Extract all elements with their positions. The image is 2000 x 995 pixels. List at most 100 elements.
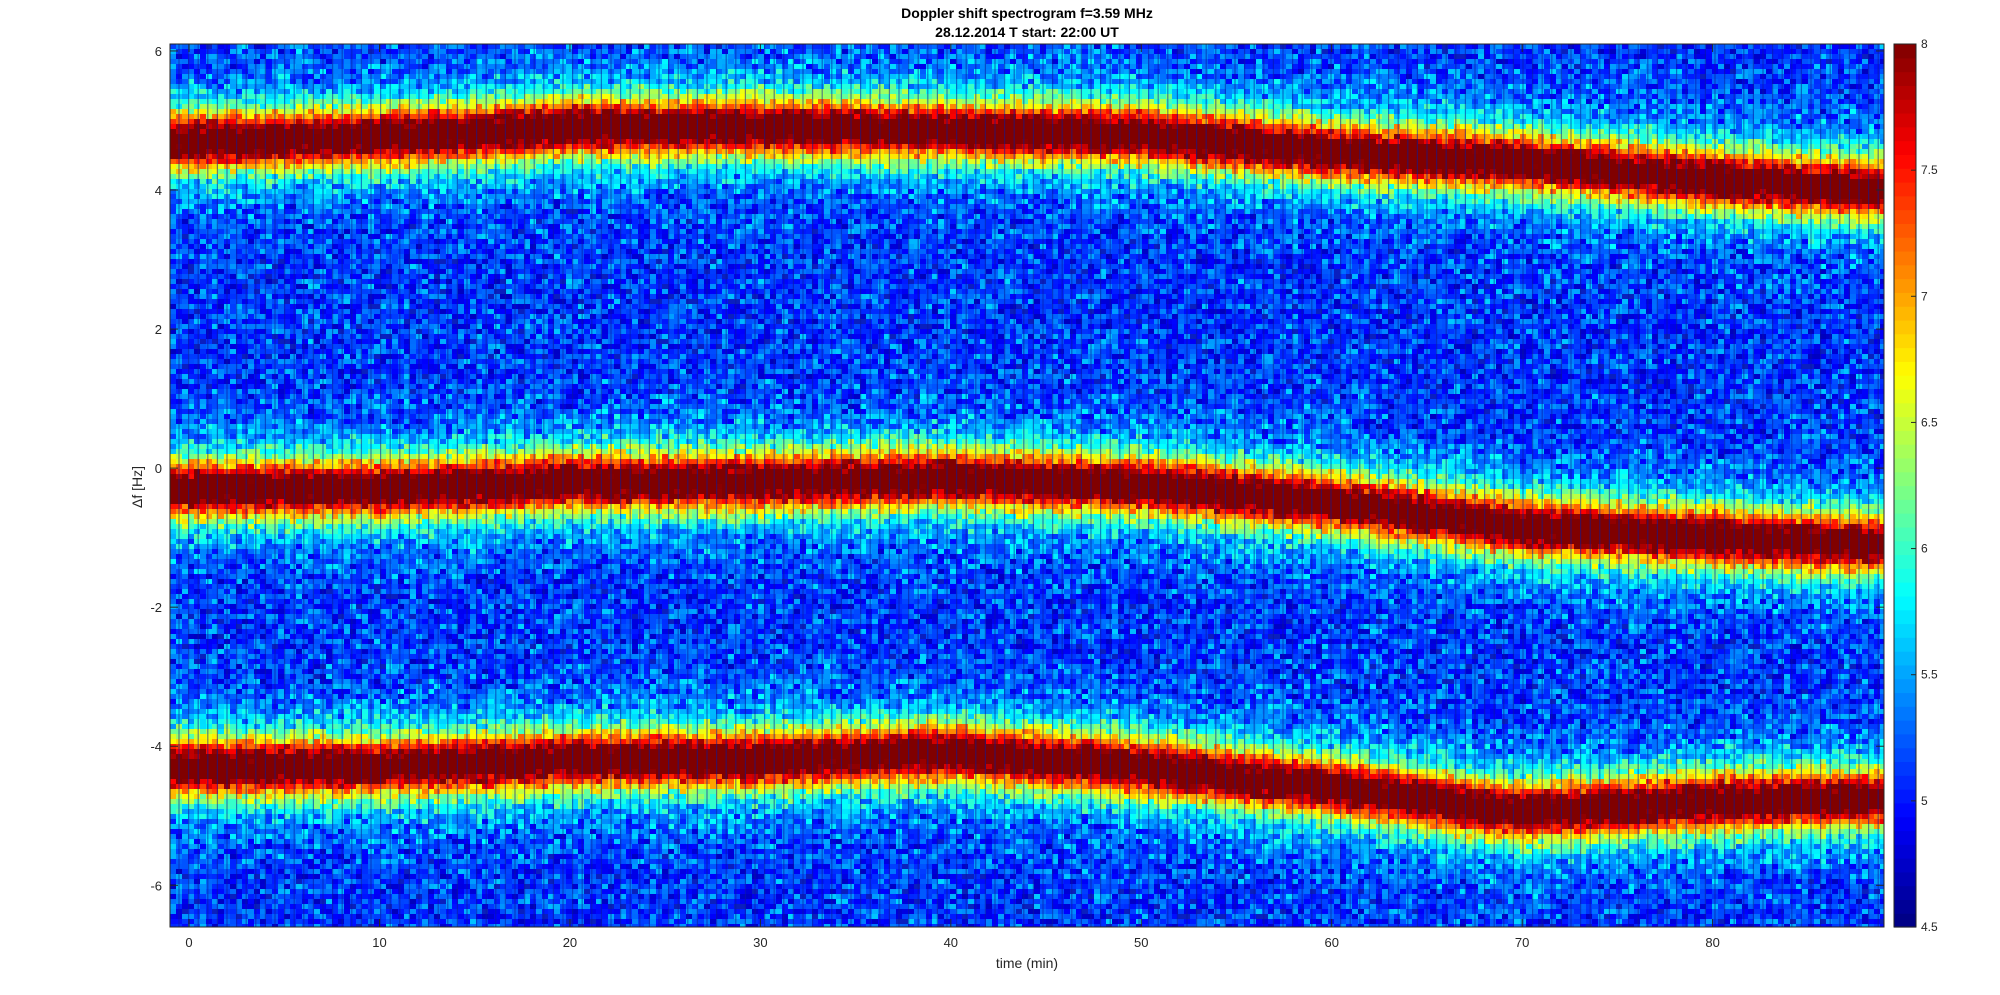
heatmap-cell bbox=[254, 779, 260, 784]
heatmap-cell bbox=[296, 344, 302, 349]
heatmap-cell bbox=[296, 774, 302, 779]
heatmap-cell bbox=[296, 64, 302, 69]
heatmap-cell bbox=[200, 674, 206, 679]
heatmap-cell bbox=[314, 529, 320, 534]
heatmap-cell bbox=[230, 289, 236, 294]
heatmap-cell bbox=[296, 89, 302, 94]
heatmap-cell bbox=[296, 844, 302, 849]
heatmap-cell bbox=[242, 229, 248, 234]
heatmap-cell bbox=[200, 434, 206, 439]
heatmap-cell bbox=[194, 139, 200, 144]
heatmap-cell bbox=[278, 799, 284, 804]
heatmap-cell bbox=[242, 119, 248, 124]
heatmap-cell bbox=[338, 489, 344, 494]
heatmap-cell bbox=[242, 844, 248, 849]
heatmap-cell bbox=[302, 489, 308, 494]
heatmap-cell bbox=[254, 414, 260, 419]
heatmap-cell bbox=[296, 869, 302, 874]
heatmap-cell bbox=[278, 414, 284, 419]
heatmap-cell bbox=[314, 589, 320, 594]
heatmap-cell bbox=[206, 524, 212, 529]
heatmap-cell bbox=[206, 54, 212, 59]
heatmap-cell bbox=[242, 664, 248, 669]
heatmap-cell bbox=[206, 689, 212, 694]
heatmap-cell bbox=[314, 199, 320, 204]
heatmap-cell bbox=[218, 719, 224, 724]
heatmap-cell bbox=[338, 364, 344, 369]
heatmap-cell bbox=[218, 454, 224, 459]
heatmap-cell bbox=[170, 764, 176, 769]
heatmap-cell bbox=[266, 374, 272, 379]
heatmap-cell bbox=[206, 834, 212, 839]
heatmap-cell bbox=[290, 649, 296, 654]
heatmap-cell bbox=[278, 44, 284, 49]
heatmap-cell bbox=[254, 559, 260, 564]
heatmap-cell bbox=[170, 299, 176, 304]
heatmap-cell bbox=[278, 844, 284, 849]
heatmap-cell bbox=[314, 339, 320, 344]
heatmap-cell bbox=[206, 399, 212, 404]
heatmap-cell bbox=[194, 649, 200, 654]
heatmap-cell bbox=[278, 554, 284, 559]
heatmap-cell bbox=[326, 644, 332, 649]
heatmap-cell bbox=[266, 779, 272, 784]
heatmap-cell bbox=[302, 744, 308, 749]
heatmap-cell bbox=[290, 494, 296, 499]
heatmap-cell bbox=[254, 109, 260, 114]
heatmap-cell bbox=[248, 364, 254, 369]
heatmap-cell bbox=[218, 624, 224, 629]
heatmap-cell bbox=[182, 429, 188, 434]
heatmap-cell bbox=[302, 394, 308, 399]
heatmap-cell bbox=[194, 514, 200, 519]
heatmap-cell bbox=[242, 419, 248, 424]
heatmap-cell bbox=[206, 244, 212, 249]
heatmap-cell bbox=[242, 59, 248, 64]
heatmap-cell bbox=[278, 54, 284, 59]
heatmap-cell bbox=[248, 399, 254, 404]
heatmap-cell bbox=[248, 209, 254, 214]
heatmap-cell bbox=[254, 364, 260, 369]
heatmap-cell bbox=[170, 559, 176, 564]
heatmap-cell bbox=[206, 704, 212, 709]
heatmap-cell bbox=[230, 844, 236, 849]
heatmap-cell bbox=[266, 224, 272, 229]
heatmap-cell bbox=[218, 169, 224, 174]
heatmap-cell bbox=[170, 199, 176, 204]
heatmap-cell bbox=[182, 424, 188, 429]
heatmap-cell bbox=[206, 209, 212, 214]
heatmap-cell bbox=[254, 334, 260, 339]
heatmap-cell bbox=[200, 314, 206, 319]
heatmap-cell bbox=[290, 469, 296, 474]
heatmap-cell bbox=[230, 514, 236, 519]
heatmap-cell bbox=[218, 734, 224, 739]
heatmap-cell bbox=[230, 574, 236, 579]
heatmap-cell bbox=[314, 874, 320, 879]
heatmap-cell bbox=[314, 679, 320, 684]
heatmap-cell bbox=[296, 289, 302, 294]
heatmap-cell bbox=[254, 429, 260, 434]
heatmap-cell bbox=[266, 119, 272, 124]
heatmap-cell bbox=[326, 159, 332, 164]
heatmap-cell bbox=[338, 259, 344, 264]
heatmap-cell bbox=[296, 724, 302, 729]
heatmap-cell bbox=[194, 379, 200, 384]
heatmap-cell bbox=[182, 214, 188, 219]
heatmap-cell bbox=[302, 789, 308, 794]
heatmap-cell bbox=[248, 634, 254, 639]
heatmap-cell bbox=[278, 379, 284, 384]
heatmap-cell bbox=[200, 199, 206, 204]
heatmap-cell bbox=[194, 234, 200, 239]
heatmap-cell bbox=[278, 89, 284, 94]
heatmap-cell bbox=[278, 164, 284, 169]
heatmap-cell bbox=[266, 514, 272, 519]
heatmap-cell bbox=[194, 409, 200, 414]
heatmap-cell bbox=[266, 174, 272, 179]
heatmap-cell bbox=[314, 774, 320, 779]
heatmap-cell bbox=[230, 904, 236, 909]
heatmap-cell bbox=[266, 504, 272, 509]
heatmap-cell bbox=[194, 149, 200, 154]
heatmap-cell bbox=[296, 229, 302, 234]
heatmap-cell bbox=[338, 284, 344, 289]
heatmap-cell bbox=[314, 404, 320, 409]
heatmap-cell bbox=[242, 629, 248, 634]
